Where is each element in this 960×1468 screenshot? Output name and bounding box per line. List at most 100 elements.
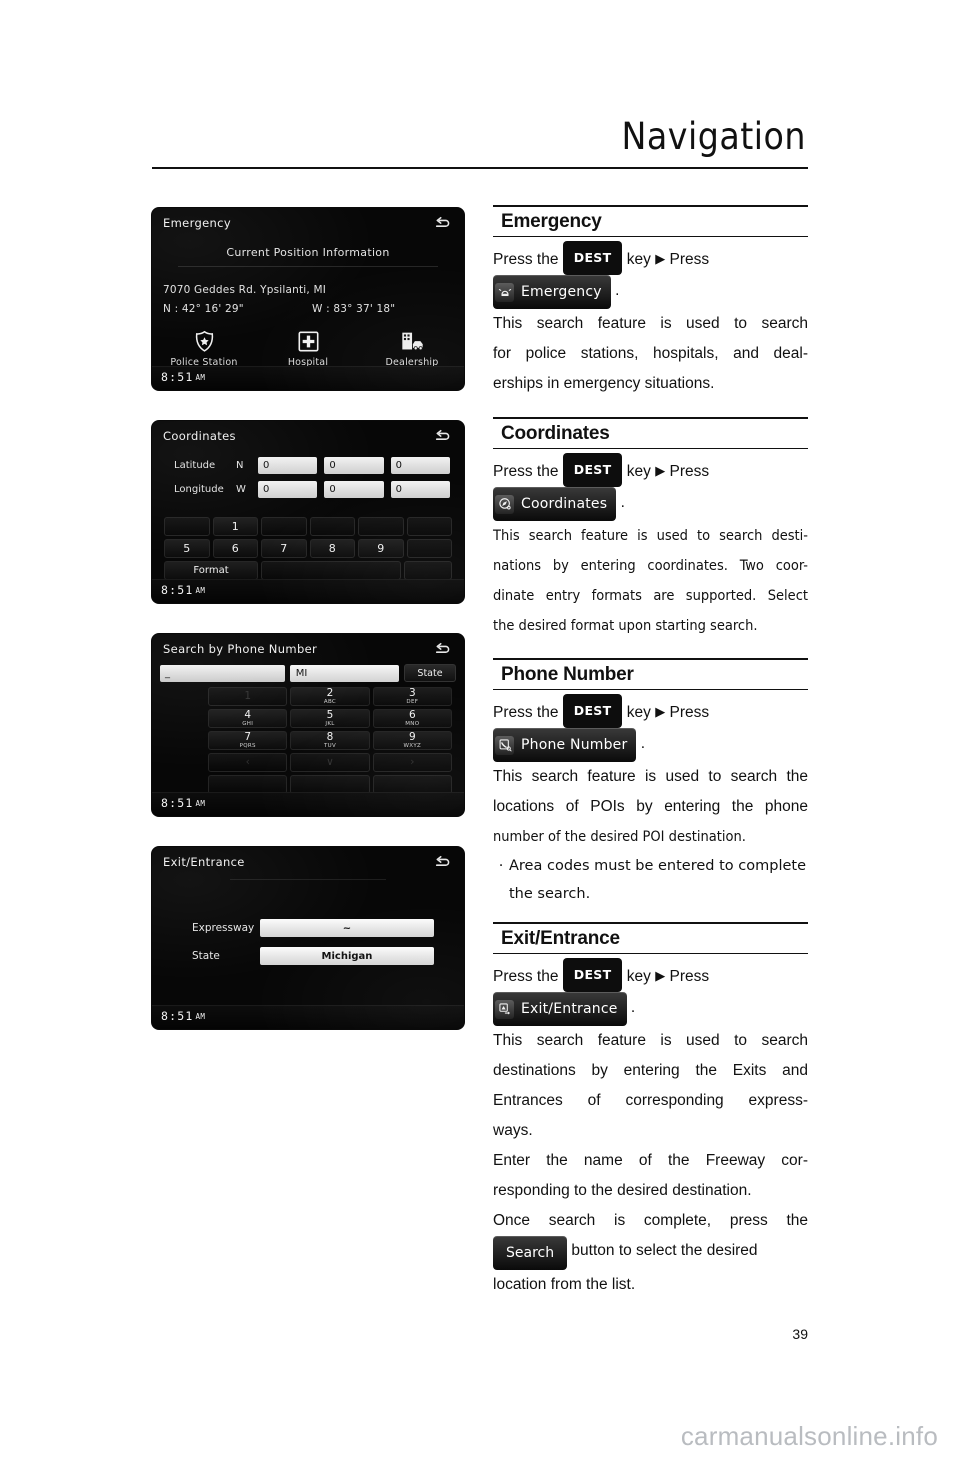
keypad-key-6[interactable]: 6 MNO	[372, 709, 452, 728]
coordinates-menu-badge[interactable]: Coordinates	[493, 487, 617, 521]
keypad-key[interactable]	[261, 517, 307, 536]
keypad-key-prev[interactable]: ‹	[208, 753, 288, 772]
keypad-key[interactable]	[406, 517, 452, 536]
exit-entrance-menu-badge[interactable]: Exit/Entrance	[493, 992, 627, 1026]
expressway-field[interactable]: ~	[260, 919, 434, 937]
description-line: destinations by entering the Exits and	[493, 1062, 808, 1079]
keypad-key[interactable]	[309, 517, 355, 536]
description-line: number of the desired POI destination.	[493, 829, 746, 845]
keypad-key-2[interactable]: 2 ABC	[290, 687, 370, 706]
latitude-direction: N	[236, 460, 244, 471]
keypad-key-8[interactable]: 8	[309, 539, 355, 558]
key-letters: TUV	[323, 742, 337, 749]
keypad-key-7[interactable]: 7	[261, 539, 307, 558]
keypad-key-6[interactable]: 6	[212, 539, 258, 558]
coordinate-entry: Latitude N 0 0 0 Longitude W 0 0 0	[174, 457, 450, 505]
keypad-key-3[interactable]: 3 DEF	[372, 687, 452, 706]
keypad-key-next[interactable]: ›	[372, 753, 452, 772]
keypad-key-8[interactable]: 8 TUV	[290, 731, 370, 750]
badge-instruction: Coordinates .	[493, 487, 808, 521]
keypad-key[interactable]	[404, 561, 452, 580]
clock-time: 8:51	[161, 583, 194, 597]
keypad-key-9[interactable]: 9	[358, 539, 404, 558]
category-dealership[interactable]: Dealership	[366, 328, 458, 368]
keypad-key-5[interactable]: 5	[164, 539, 210, 558]
screenshot-coordinates: Coordinates Latitude N 0 0 0 Longitude W…	[152, 421, 464, 603]
keypad-key[interactable]	[406, 539, 452, 558]
phone-search-icon	[495, 735, 514, 755]
keypad-key-7[interactable]: 7 PQRS	[208, 731, 288, 750]
phone-entry-bar: _ MI State	[160, 664, 456, 682]
state-row: State Michigan	[192, 947, 434, 965]
keypad-key[interactable]	[358, 517, 404, 536]
description-line: the desired format upon starting search.	[493, 618, 758, 634]
badge-label: Emergency	[521, 284, 602, 300]
press-the-text: Press the	[493, 704, 559, 721]
emergency-menu-badge[interactable]: Emergency	[493, 275, 611, 309]
key-number: 1	[244, 689, 251, 702]
keypad-key-1[interactable]: 1	[212, 517, 258, 536]
section-exit-entrance: Exit/Entrance Press the DEST key ▶ Press	[493, 922, 808, 1300]
key-letters: GHI	[242, 720, 254, 727]
format-button[interactable]: Format	[164, 561, 258, 580]
latitude-minutes-field[interactable]: 0	[324, 457, 384, 474]
keypad-key-1[interactable]: 1	[208, 687, 288, 706]
phone-number-input[interactable]: _	[160, 664, 285, 682]
section-heading: Exit/Entrance	[493, 924, 808, 954]
state-button[interactable]: State	[404, 664, 456, 682]
siren-icon	[495, 282, 514, 302]
state-value-field[interactable]: MI	[289, 664, 399, 682]
dest-key-badge[interactable]: DEST	[562, 958, 623, 992]
current-address: 7070 Geddes Rd. Ypsilanti, MI	[163, 284, 327, 296]
category-hospital[interactable]: Hospital	[262, 328, 354, 368]
longitude-degrees-field[interactable]: 0	[258, 481, 318, 498]
key-letters: DEF	[406, 698, 419, 705]
keypad-key-4[interactable]: 4 GHI	[208, 709, 288, 728]
description-line: Enter the name of the Freeway cor-	[493, 1152, 808, 1169]
badge-label: Coordinates	[521, 496, 608, 512]
period: .	[640, 735, 646, 752]
key-letters: JKL	[325, 720, 335, 727]
back-arrow-icon[interactable]	[434, 642, 452, 657]
longitude-seconds-field[interactable]: 0	[390, 481, 450, 498]
expressway-label: Expressway	[192, 922, 255, 934]
instructions-column: Emergency Press the DEST key ▶ Press Eme…	[493, 205, 808, 1302]
section-heading: Coordinates	[493, 419, 808, 449]
key-number: 5	[326, 709, 334, 721]
search-instruction: Search button to select the desired	[493, 1236, 808, 1270]
dest-key-badge[interactable]: DEST	[562, 241, 623, 275]
latitude-row: Latitude N 0 0 0	[174, 457, 450, 474]
keypad-key-5[interactable]: 5 JKL	[290, 709, 370, 728]
keypad-key-down[interactable]: ∨	[290, 753, 370, 772]
arrow-right-icon: ▶	[655, 704, 666, 719]
back-arrow-icon[interactable]	[434, 855, 452, 870]
dest-key-badge[interactable]: DEST	[562, 694, 623, 728]
keypad-key-9[interactable]: 9 WXYZ	[372, 731, 452, 750]
latitude-degrees-field[interactable]: 0	[258, 457, 318, 474]
search-button-badge[interactable]: Search	[493, 1236, 568, 1270]
state-field[interactable]: Michigan	[260, 947, 434, 965]
dest-key-badge[interactable]: DEST	[562, 453, 623, 487]
section-body: Press the DEST key ▶ Press	[493, 694, 808, 822]
section-coordinates: Coordinates Press the DEST key ▶ Press C…	[493, 417, 808, 641]
category-police-station[interactable]: Police Station	[158, 328, 250, 368]
keypad-key[interactable]	[164, 517, 210, 536]
clock-ampm: AM	[195, 799, 206, 808]
keypad-row: 7 PQRS 8 TUV 9 WXYZ	[208, 731, 452, 750]
divider	[230, 879, 386, 880]
latitude-label: Latitude	[174, 460, 216, 471]
back-arrow-icon[interactable]	[434, 216, 452, 231]
description-line: This search feature is used to search	[493, 1032, 808, 1049]
press-instruction: Press the DEST key ▶ Press	[493, 958, 808, 992]
clock: 8:51 AM	[161, 1009, 205, 1023]
back-arrow-icon[interactable]	[434, 429, 452, 444]
page-header: Navigation	[152, 118, 808, 169]
key-number: ›	[410, 756, 415, 769]
bullet-content: Area codes must be entered to complete t…	[509, 852, 808, 908]
keypad-key[interactable]	[261, 561, 401, 580]
emergency-categories: Police Station Hospital Dealership	[152, 328, 464, 368]
longitude-minutes-field[interactable]: 0	[324, 481, 384, 498]
phone-number-menu-badge[interactable]: Phone Number	[493, 728, 637, 762]
latitude-seconds-field[interactable]: 0	[390, 457, 450, 474]
key-number: ‹	[245, 756, 250, 769]
